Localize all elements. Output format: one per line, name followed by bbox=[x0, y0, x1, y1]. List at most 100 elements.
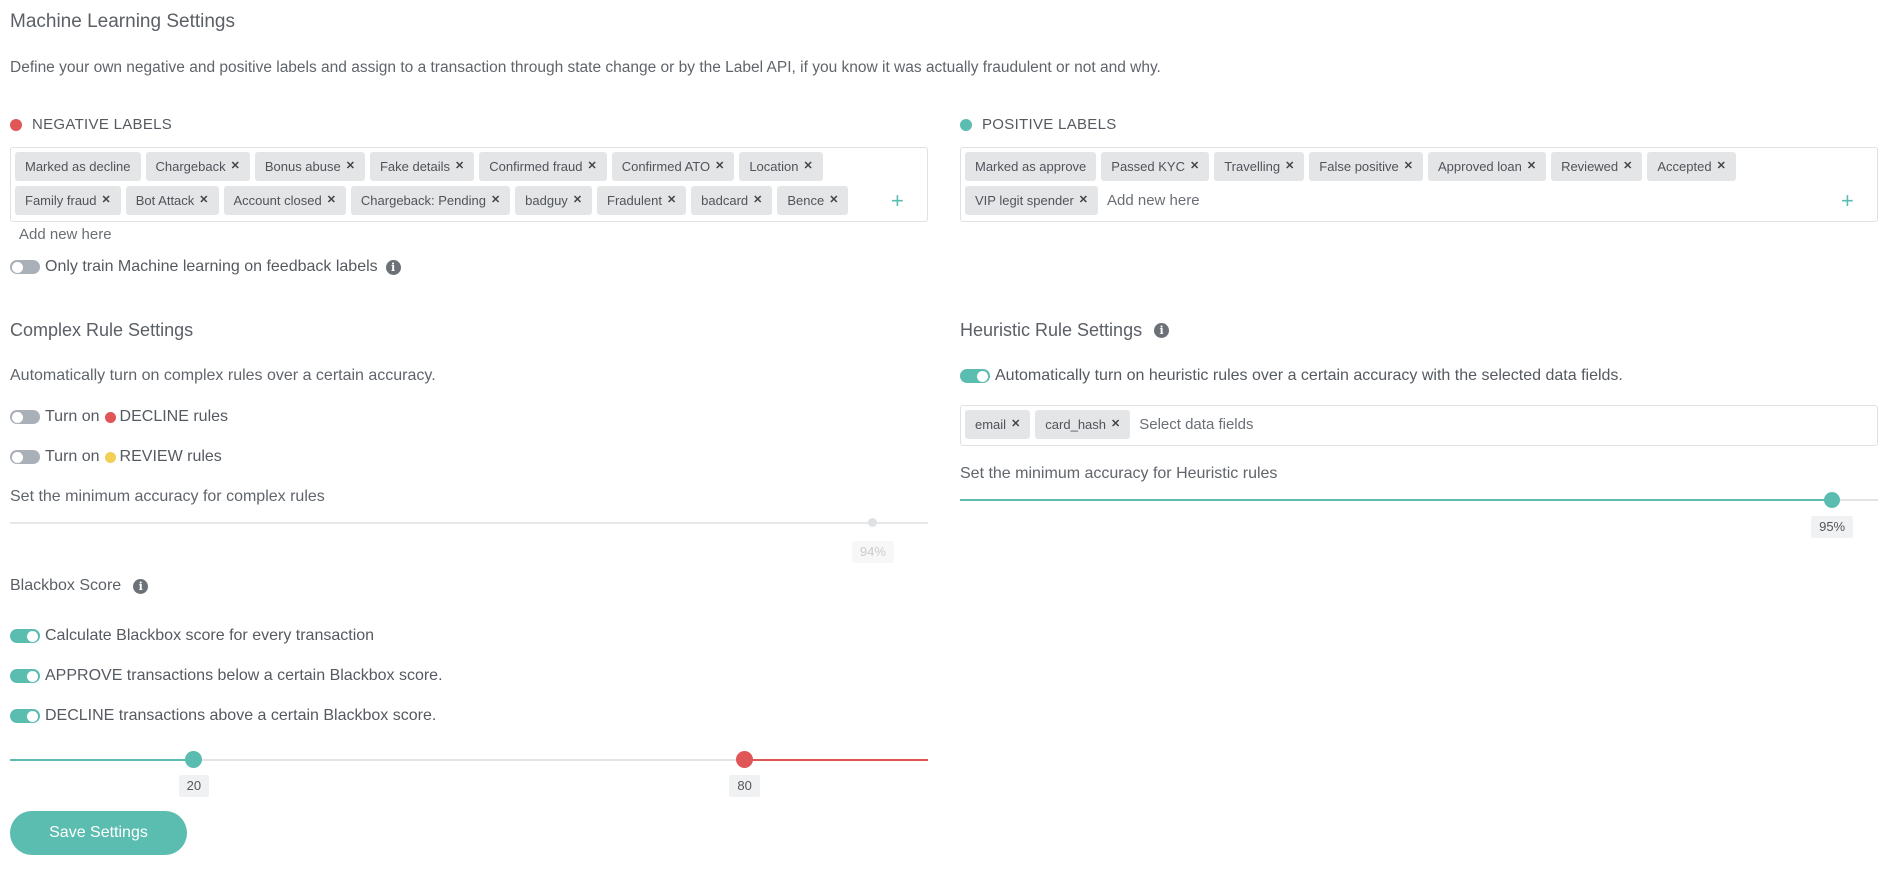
complex-decline-row: Turn on DECLINE rules bbox=[10, 408, 228, 426]
positive-label-tag: False positive ✕ bbox=[1309, 152, 1423, 181]
heuristic-auto-label: Automatically turn on heuristic rules ov… bbox=[995, 367, 1623, 384]
negative-label-tag-text: Chargeback bbox=[155, 159, 226, 174]
blackbox-approve-fill bbox=[10, 759, 194, 761]
positive-labels-title: POSITIVE LABELS bbox=[982, 116, 1117, 133]
info-icon[interactable]: i bbox=[1154, 323, 1170, 338]
negative-label-tag-text: Bonus abuse bbox=[264, 159, 341, 174]
negative-label-tag-text: Fake details bbox=[379, 159, 451, 174]
remove-tag-icon[interactable]: ✕ bbox=[667, 186, 676, 215]
remove-tag-icon[interactable]: ✕ bbox=[1527, 152, 1536, 181]
positive-label-tag: Accepted ✕ bbox=[1647, 152, 1736, 181]
remove-tag-icon[interactable]: ✕ bbox=[1111, 410, 1120, 439]
blackbox-approve-handle[interactable] bbox=[185, 751, 203, 768]
remove-tag-icon[interactable]: ✕ bbox=[1011, 410, 1020, 439]
remove-tag-icon[interactable]: ✕ bbox=[102, 186, 111, 215]
remove-tag-icon[interactable]: ✕ bbox=[829, 186, 838, 215]
negative-label-tag: Confirmed fraud ✕ bbox=[479, 152, 607, 181]
negative-label-input[interactable] bbox=[17, 220, 923, 249]
complex-slider-track bbox=[10, 522, 928, 524]
negative-label-tag: Fake details ✕ bbox=[369, 152, 475, 181]
blackbox-approve-value: 20 bbox=[178, 775, 210, 797]
data-field-tag: email ✕ bbox=[965, 410, 1031, 439]
negative-label-tag-text: Chargeback: Pending bbox=[360, 193, 486, 208]
negative-label-tag-text: Confirmed ATO bbox=[621, 159, 711, 174]
remove-tag-icon[interactable]: ✕ bbox=[1623, 152, 1632, 181]
remove-tag-icon[interactable]: ✕ bbox=[231, 152, 240, 181]
feedback-toggle-row: Only train Machine learning on feedback … bbox=[10, 258, 401, 276]
remove-tag-icon[interactable]: ✕ bbox=[753, 186, 762, 215]
positive-label-tag-text: VIP legit spender bbox=[975, 193, 1074, 208]
decline-rules-label: DECLINE rules bbox=[119, 408, 229, 425]
ml-settings-title: Machine Learning Settings bbox=[10, 11, 235, 32]
remove-tag-icon[interactable]: ✕ bbox=[327, 186, 336, 215]
blackbox-decline-toggle[interactable] bbox=[10, 709, 40, 723]
decline-dot-icon bbox=[104, 411, 116, 423]
remove-tag-icon[interactable]: ✕ bbox=[1717, 152, 1726, 181]
ml-settings-description: Define your own negative and positive la… bbox=[10, 59, 1161, 76]
blackbox-range-slider[interactable]: 20 80 bbox=[10, 751, 928, 797]
remove-tag-icon[interactable]: ✕ bbox=[199, 186, 208, 215]
positive-label-tag: Travelling ✕ bbox=[1214, 152, 1305, 181]
negative-label-tag: badguy ✕ bbox=[515, 186, 593, 215]
remove-tag-icon[interactable]: ✕ bbox=[1079, 186, 1088, 215]
positive-label-tag: Passed KYC ✕ bbox=[1101, 152, 1210, 181]
review-rules-toggle[interactable] bbox=[10, 450, 40, 464]
data-field-tag-text: card_hash bbox=[1045, 417, 1107, 432]
remove-tag-icon[interactable]: ✕ bbox=[491, 186, 500, 215]
positive-labels-box[interactable]: Marked as approve Passed KYC ✕ Travelling ✕ F… bbox=[960, 147, 1878, 222]
remove-tag-icon[interactable]: ✕ bbox=[573, 186, 582, 215]
decline-rules-prefix: Turn on bbox=[45, 408, 100, 425]
data-fields-select[interactable] bbox=[1137, 410, 1873, 439]
data-field-tag: card_hash ✕ bbox=[1035, 410, 1131, 439]
heuristic-accuracy-slider[interactable]: 95% bbox=[960, 492, 1878, 538]
heuristic-fields-box[interactable]: email ✕ card_hash ✕ bbox=[960, 405, 1878, 446]
positive-labels-heading: POSITIVE LABELS bbox=[960, 116, 1117, 133]
remove-tag-icon[interactable]: ✕ bbox=[587, 152, 596, 181]
heuristic-accuracy-value: 95% bbox=[1811, 516, 1854, 538]
heuristic-accuracy-label: Set the minimum accuracy for Heuristic r… bbox=[960, 465, 1278, 482]
negative-label-tag-text: badcard bbox=[701, 193, 749, 208]
add-negative-label-icon[interactable]: + bbox=[891, 188, 904, 214]
positive-label-tag-text: Travelling bbox=[1224, 159, 1281, 174]
feedback-toggle[interactable] bbox=[10, 260, 40, 274]
blackbox-decline-fill bbox=[744, 759, 928, 761]
positive-dot-icon bbox=[960, 118, 972, 131]
feedback-toggle-label: Only train Machine learning on feedback … bbox=[45, 258, 378, 275]
complex-review-row: Turn on REVIEW rules bbox=[10, 448, 222, 466]
positive-label-tag-text: False positive bbox=[1319, 159, 1399, 174]
remove-tag-icon[interactable]: ✕ bbox=[346, 152, 355, 181]
info-icon[interactable]: i bbox=[133, 578, 149, 594]
add-positive-label-icon[interactable]: + bbox=[1841, 188, 1854, 214]
save-settings-button[interactable]: Save Settings bbox=[10, 811, 187, 855]
negative-label-tag: Bence ✕ bbox=[777, 186, 849, 215]
complex-accuracy-label: Set the minimum accuracy for complex rul… bbox=[10, 488, 325, 505]
complex-accuracy-slider[interactable]: 94% bbox=[10, 518, 928, 563]
blackbox-decline-handle[interactable] bbox=[735, 751, 753, 768]
heuristic-title-row: Heuristic Rule Settings i bbox=[960, 320, 1170, 341]
positive-label-tag: Marked as approve bbox=[965, 152, 1097, 181]
negative-label-tag: Confirmed ATO ✕ bbox=[611, 152, 735, 181]
decline-rules-toggle[interactable] bbox=[10, 410, 40, 424]
blackbox-approve-toggle[interactable] bbox=[10, 669, 40, 683]
negative-label-tag: Chargeback ✕ bbox=[145, 152, 250, 181]
info-icon[interactable]: i bbox=[385, 259, 401, 275]
positive-label-tag-text: Approved loan bbox=[1438, 159, 1522, 174]
review-dot-icon bbox=[104, 451, 116, 463]
blackbox-calc-toggle[interactable] bbox=[10, 629, 40, 643]
remove-tag-icon[interactable]: ✕ bbox=[803, 152, 812, 181]
remove-tag-icon[interactable]: ✕ bbox=[1285, 152, 1294, 181]
complex-rules-title: Complex Rule Settings bbox=[10, 320, 194, 340]
remove-tag-icon[interactable]: ✕ bbox=[455, 152, 464, 181]
positive-label-input[interactable] bbox=[1105, 186, 1873, 215]
negative-label-tag-text: badguy bbox=[525, 193, 568, 208]
remove-tag-icon[interactable]: ✕ bbox=[1190, 152, 1199, 181]
heuristic-auto-toggle[interactable] bbox=[960, 369, 990, 383]
complex-slider-handle[interactable] bbox=[868, 518, 878, 527]
heuristic-auto-row: Automatically turn on heuristic rules ov… bbox=[960, 367, 1623, 385]
negative-label-tag: Family fraud ✕ bbox=[15, 186, 121, 215]
remove-tag-icon[interactable]: ✕ bbox=[1404, 152, 1413, 181]
heuristic-slider-handle[interactable] bbox=[1824, 492, 1841, 508]
remove-tag-icon[interactable]: ✕ bbox=[715, 152, 724, 181]
negative-label-tag: Chargeback: Pending ✕ bbox=[350, 186, 511, 215]
negative-labels-box[interactable]: Marked as decline Chargeback ✕ Bonus abuse ✕… bbox=[10, 147, 928, 249]
